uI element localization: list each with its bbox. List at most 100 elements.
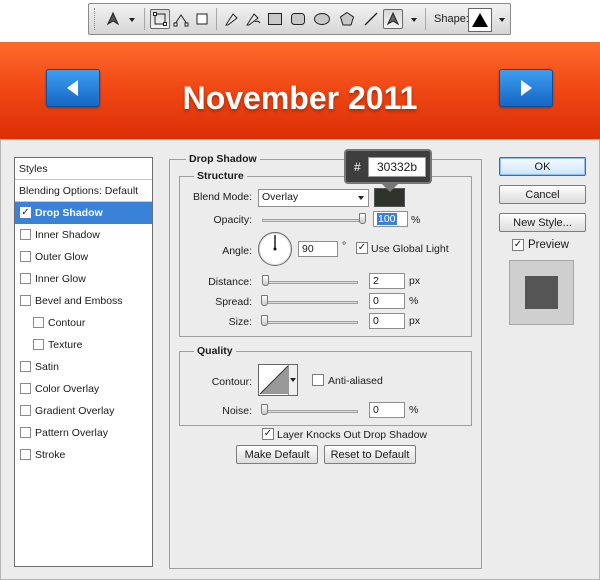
- opacity-slider-thumb[interactable]: [359, 213, 366, 224]
- style-checkbox[interactable]: [20, 273, 31, 284]
- new-style-button[interactable]: New Style...: [499, 213, 586, 232]
- opacity-label: Opacity:: [213, 214, 252, 226]
- style-item-label: Outer Glow: [35, 250, 89, 263]
- cancel-button[interactable]: Cancel: [499, 185, 586, 204]
- drop-shadow-title: Drop Shadow: [186, 153, 260, 165]
- paths-icon[interactable]: [171, 9, 191, 29]
- size-label: Size:: [228, 316, 252, 328]
- pen-tool-preset-icon[interactable]: [103, 9, 123, 29]
- noise-unit: %: [409, 404, 419, 416]
- linear-contour-icon: [259, 365, 289, 395]
- style-checkbox[interactable]: ✓: [20, 207, 31, 218]
- style-checkbox[interactable]: [20, 449, 31, 460]
- rounded-rectangle-tool-icon[interactable]: [288, 9, 308, 29]
- style-item-label: Satin: [35, 360, 59, 373]
- noise-slider-track[interactable]: [262, 410, 358, 413]
- opacity-slider-track[interactable]: [262, 219, 366, 222]
- angle-unit: °: [342, 240, 347, 252]
- angle-needle-icon: [273, 235, 277, 251]
- style-checkbox[interactable]: [33, 339, 44, 350]
- style-item-drop-shadow[interactable]: ✓ Drop Shadow: [15, 202, 152, 224]
- spread-slider-track[interactable]: [262, 301, 358, 304]
- make-default-button[interactable]: Make Default: [236, 445, 318, 464]
- size-slider-thumb[interactable]: [261, 315, 268, 326]
- styles-header[interactable]: Styles: [15, 158, 152, 180]
- style-checkbox[interactable]: [20, 427, 31, 438]
- spread-slider-thumb[interactable]: [261, 295, 268, 306]
- style-item-texture[interactable]: Texture: [15, 334, 152, 356]
- style-checkbox[interactable]: [20, 229, 31, 240]
- style-item-bevel-and-emboss[interactable]: Bevel and Emboss: [15, 290, 152, 312]
- style-item-inner-glow[interactable]: Inner Glow: [15, 268, 152, 290]
- use-global-light-label: Use Global Light: [371, 243, 449, 255]
- style-item-pattern-overlay[interactable]: Pattern Overlay: [15, 422, 152, 444]
- polygon-tool-icon[interactable]: [337, 9, 357, 29]
- spread-unit: %: [409, 295, 419, 307]
- ok-button[interactable]: OK: [499, 157, 586, 176]
- angle-input[interactable]: 90: [298, 241, 338, 257]
- anti-aliased-label: Anti-aliased: [328, 375, 383, 387]
- shape-picker-chevron-down-icon[interactable]: [499, 18, 505, 22]
- distance-slider-thumb[interactable]: [261, 275, 269, 286]
- layer-knocks-out-checkbox[interactable]: ✓: [262, 428, 274, 440]
- preset-chevron-down-icon[interactable]: [129, 18, 135, 22]
- rectangle-tool-icon[interactable]: [265, 9, 285, 29]
- reset-to-default-button[interactable]: Reset to Default: [324, 445, 416, 464]
- shape-picker[interactable]: [468, 8, 492, 32]
- custom-shape-chevron-down-icon[interactable]: [411, 18, 417, 22]
- noise-value: 0: [373, 404, 379, 416]
- style-item-label: Bevel and Emboss: [35, 294, 123, 307]
- style-checkbox[interactable]: [20, 383, 31, 394]
- ellipse-tool-icon[interactable]: [312, 9, 332, 29]
- style-item-contour[interactable]: Contour: [15, 312, 152, 334]
- style-item-color-overlay[interactable]: Color Overlay: [15, 378, 152, 400]
- triangle-shape-icon: [472, 13, 488, 27]
- spread-input[interactable]: 0: [369, 293, 405, 309]
- anti-aliased-checkbox[interactable]: [312, 374, 324, 386]
- style-item-label: Pattern Overlay: [35, 426, 108, 439]
- size-input[interactable]: 0: [369, 313, 405, 329]
- style-item-label: Gradient Overlay: [35, 404, 115, 417]
- angle-dial[interactable]: [258, 232, 292, 266]
- style-checkbox[interactable]: [33, 317, 44, 328]
- style-checkbox[interactable]: [20, 361, 31, 372]
- shape-layers-icon[interactable]: [150, 9, 170, 29]
- style-checkbox[interactable]: [20, 405, 31, 416]
- size-unit: px: [409, 315, 421, 327]
- size-slider-track[interactable]: [262, 321, 358, 324]
- style-checkbox[interactable]: [20, 251, 31, 262]
- use-global-light-checkbox[interactable]: ✓: [356, 242, 368, 254]
- toolbar-grip[interactable]: [94, 8, 96, 30]
- blend-mode-chevron-down-icon: [358, 196, 364, 200]
- noise-slider-thumb[interactable]: [261, 404, 268, 415]
- style-item-label: Stroke: [35, 448, 66, 461]
- blending-options-item[interactable]: Blending Options: Default: [15, 180, 152, 202]
- contour-chevron-down-icon[interactable]: [288, 365, 297, 395]
- distance-input[interactable]: 2: [369, 273, 405, 289]
- contour-picker[interactable]: [258, 364, 298, 396]
- style-item-inner-shadow[interactable]: Inner Shadow: [15, 224, 152, 246]
- style-item-gradient-overlay[interactable]: Gradient Overlay: [15, 400, 152, 422]
- style-item-stroke[interactable]: Stroke: [15, 444, 152, 466]
- spread-value: 0: [373, 295, 379, 307]
- style-item-satin[interactable]: Satin: [15, 356, 152, 378]
- spread-label: Spread:: [215, 296, 252, 308]
- preview-checkbox[interactable]: ✓: [512, 239, 524, 251]
- fill-pixels-icon[interactable]: [192, 9, 212, 29]
- blend-mode-select[interactable]: Overlay: [258, 189, 369, 207]
- opacity-input[interactable]: 100: [373, 211, 408, 227]
- hex-color-input[interactable]: 30332b: [368, 157, 426, 177]
- custom-shape-tool-icon[interactable]: [383, 9, 403, 29]
- distance-slider-track[interactable]: [262, 281, 358, 284]
- pen-icon[interactable]: [222, 9, 242, 29]
- next-month-button[interactable]: [499, 69, 553, 107]
- line-tool-icon[interactable]: [361, 9, 381, 29]
- angle-label: Angle:: [222, 245, 252, 257]
- shape-options-toolbar: Shape:: [88, 3, 511, 35]
- noise-input[interactable]: 0: [369, 402, 405, 418]
- style-item-label: Contour: [48, 316, 86, 329]
- style-item-outer-glow[interactable]: Outer Glow: [15, 246, 152, 268]
- freeform-pen-icon[interactable]: [243, 9, 263, 29]
- style-checkbox[interactable]: [20, 295, 31, 306]
- angle-value: 90: [302, 243, 314, 255]
